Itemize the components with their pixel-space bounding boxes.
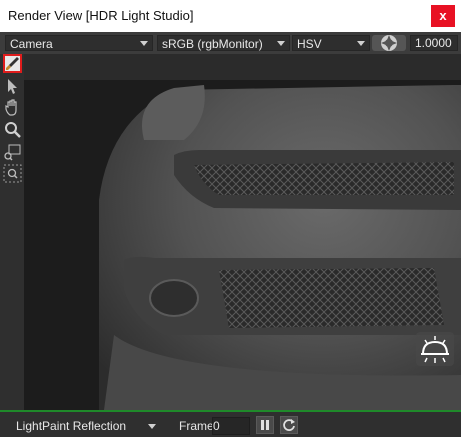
colorspace-dropdown[interactable]: sRGB (rgbMonitor)	[157, 35, 290, 51]
camera-dropdown[interactable]: Camera	[5, 35, 153, 51]
mode-dropdown-label: LightPaint Reflection	[16, 419, 127, 433]
chevron-down-icon	[148, 424, 156, 429]
zoom-tool[interactable]	[3, 120, 22, 139]
viewport-margin	[24, 54, 461, 80]
frame-label: Frame	[179, 419, 214, 433]
light-dome-icon	[416, 332, 454, 366]
close-button[interactable]: x	[431, 5, 455, 27]
mode-dropdown[interactable]: LightPaint Reflection	[14, 417, 159, 435]
hand-pan-icon	[5, 99, 17, 116]
render-image	[24, 80, 461, 410]
colormode-dropdown[interactable]: HSV	[292, 35, 370, 51]
zoom-fit-tool[interactable]	[3, 164, 22, 183]
frame-field[interactable]: 0	[212, 417, 250, 435]
refresh-icon	[283, 419, 295, 431]
colormode-dropdown-label: HSV	[297, 37, 322, 51]
exposure-dial-icon[interactable]	[372, 33, 406, 53]
chevron-down-icon	[140, 41, 148, 46]
camera-dropdown-label: Camera	[10, 37, 53, 51]
exposure-value-field[interactable]: 1.0000	[410, 35, 458, 51]
paint-brush-icon	[6, 57, 19, 70]
magnifier-zoom-icon	[5, 122, 21, 138]
pointer-arrow-icon	[8, 79, 17, 94]
pan-tool[interactable]	[3, 98, 22, 117]
window-title: Render View [HDR Light Studio]	[8, 8, 194, 23]
refresh-button[interactable]	[280, 416, 298, 434]
pause-button[interactable]	[256, 416, 274, 434]
zoom-region-icon	[4, 144, 21, 161]
zoom-fit-icon	[3, 164, 22, 183]
pause-icon	[261, 420, 269, 430]
chevron-down-icon	[277, 41, 285, 46]
paint-brush-tool[interactable]	[3, 54, 22, 73]
render-viewport[interactable]	[24, 80, 461, 410]
chevron-down-icon	[357, 41, 365, 46]
colorspace-dropdown-label: sRGB (rgbMonitor)	[162, 37, 263, 51]
select-tool[interactable]	[3, 77, 22, 96]
zoom-region-tool[interactable]	[3, 143, 22, 162]
